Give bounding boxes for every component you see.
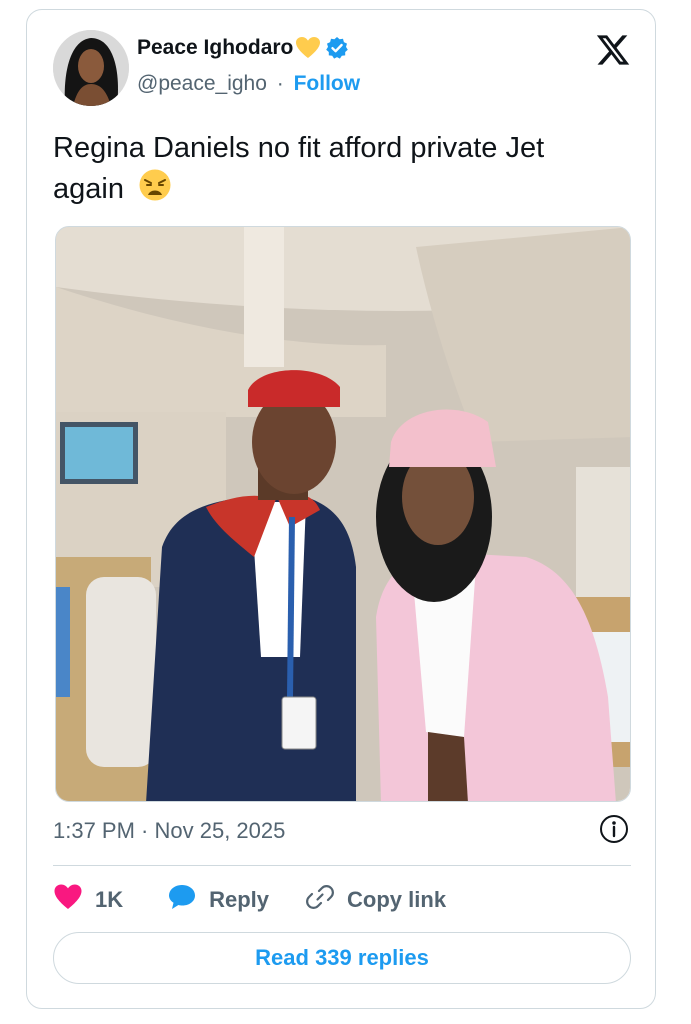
info-icon[interactable] xyxy=(599,814,629,844)
reply-button[interactable]: Reply xyxy=(167,883,269,917)
handle-row: @peace_igho · Follow xyxy=(137,72,360,96)
divider xyxy=(53,865,631,866)
author-handle[interactable]: @peace_igho xyxy=(137,72,267,95)
tweet-body: Regina Daniels no fit afford private Jet… xyxy=(53,132,545,206)
separator-dot: · xyxy=(276,72,284,95)
x-logo-icon[interactable] xyxy=(595,32,631,68)
read-replies-button[interactable]: Read 339 replies xyxy=(53,932,631,984)
tweet-card: Peace Ighodaro @peace_igho · Follow Regi… xyxy=(26,9,656,1009)
reply-bubble-icon xyxy=(167,883,197,917)
yellow-heart-icon xyxy=(295,36,321,60)
reply-label: Reply xyxy=(209,887,270,912)
author-name[interactable]: Peace Ighodaro xyxy=(137,36,293,60)
tweet-timestamp[interactable]: 1:37 PM · Nov 25, 2025 xyxy=(53,818,285,844)
copy-link-button[interactable]: Copy link xyxy=(305,882,446,918)
like-button[interactable]: 1K xyxy=(53,883,123,917)
avatar[interactable] xyxy=(53,30,129,106)
copy-link-label: Copy link xyxy=(347,887,447,912)
tweet-text: Regina Daniels no fit afford private Jet… xyxy=(53,128,623,213)
author-name-row: Peace Ighodaro xyxy=(137,36,349,60)
read-replies-label: Read 339 replies xyxy=(255,945,429,970)
verified-badge-icon xyxy=(325,36,349,60)
like-count: 1K xyxy=(95,887,124,912)
action-bar: 1K Reply Copy link xyxy=(53,882,446,918)
link-icon xyxy=(305,882,335,918)
weary-face-icon xyxy=(138,168,172,213)
follow-button[interactable]: Follow xyxy=(294,72,361,95)
tweet-photo[interactable] xyxy=(55,226,631,802)
heart-icon xyxy=(53,883,83,917)
timestamp-row: 1:37 PM · Nov 25, 2025 xyxy=(53,815,629,844)
